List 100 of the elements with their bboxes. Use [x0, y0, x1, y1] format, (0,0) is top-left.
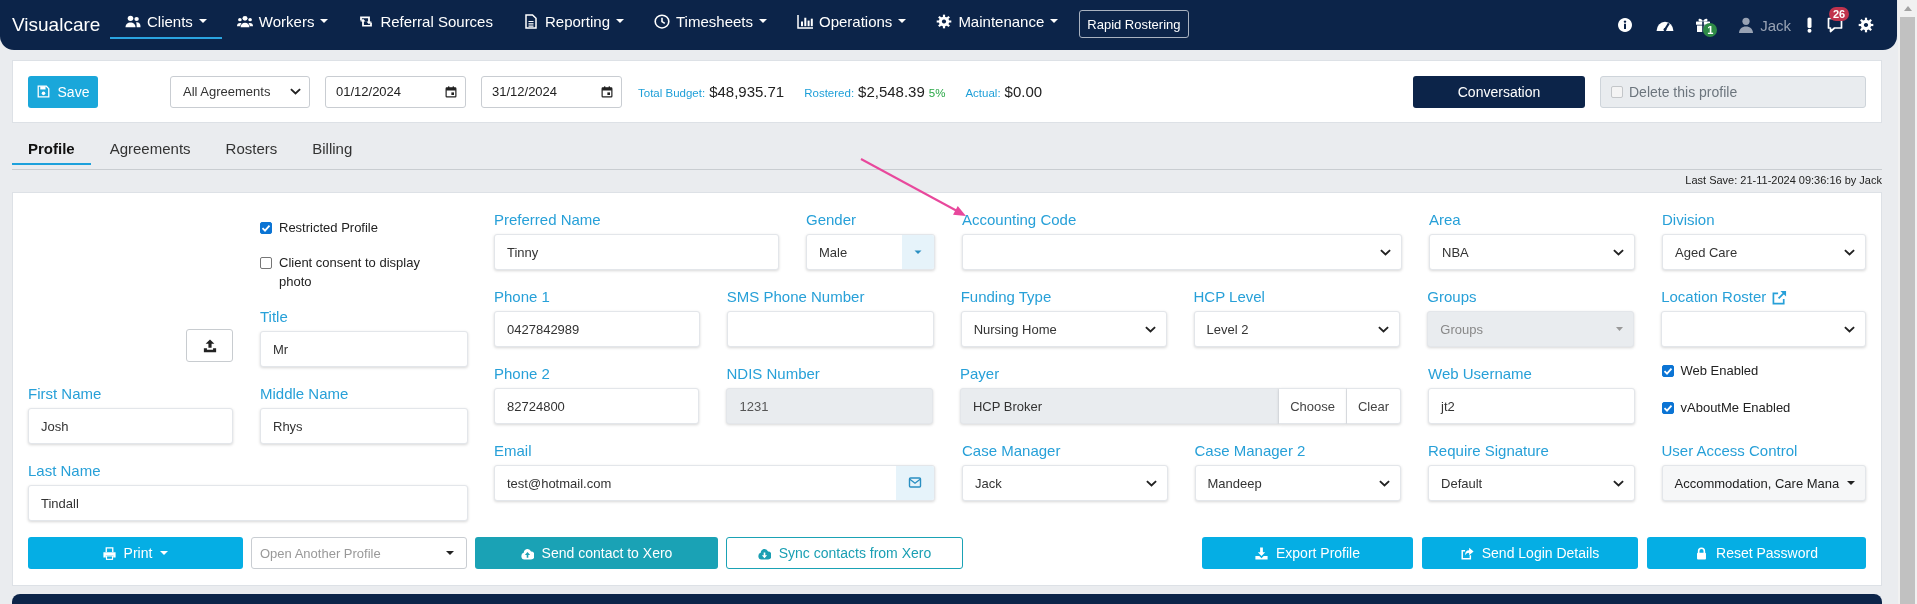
nav-menu-item[interactable]: Operations	[782, 5, 922, 39]
field-label: Payer	[959, 364, 1000, 384]
document-icon	[522, 13, 539, 29]
select-field[interactable]: Male	[806, 234, 935, 270]
text-field[interactable]: Rhys	[260, 408, 468, 444]
date-field[interactable]: 01/12/2024	[325, 75, 466, 108]
checkbox[interactable]	[1611, 85, 1623, 98]
bar-chart-icon	[797, 13, 813, 29]
nav-menu-item[interactable]: Reporting	[507, 5, 639, 39]
envelope-icon[interactable]	[896, 466, 935, 500]
text-field[interactable]: 0427842989	[494, 311, 700, 347]
checkmark-icon	[1662, 403, 1673, 413]
group-icon	[236, 13, 253, 29]
chevron-down-icon	[1145, 479, 1157, 487]
rapid-rostering-button[interactable]: Rapid Rostering	[1079, 10, 1189, 38]
select-field[interactable]: Level 2	[1193, 311, 1401, 347]
lookup-button[interactable]: Clear	[1346, 388, 1401, 424]
lock-icon	[1695, 546, 1709, 560]
tab[interactable]: Billing	[296, 133, 369, 165]
field-label: Gender	[806, 210, 857, 230]
select-field[interactable]: Nursing Home	[960, 311, 1167, 347]
caret-down-icon	[446, 551, 454, 555]
tab[interactable]: Rosters	[209, 133, 294, 165]
checkbox-label: Client consent to display photo	[279, 254, 421, 291]
settings-icon[interactable]	[1858, 17, 1874, 33]
text-field[interactable]: HCP Broker	[959, 388, 1280, 424]
info-icon[interactable]	[1617, 17, 1634, 33]
clock-icon	[654, 13, 670, 29]
upload-button[interactable]	[186, 329, 233, 362]
cloud-upload-icon	[520, 546, 534, 560]
total-label: Rostered:	[804, 87, 855, 99]
field-label: Case Manager 2	[1194, 441, 1306, 461]
field-label: HCP Level	[1193, 287, 1265, 307]
field-label: Require Signature	[1428, 441, 1549, 461]
select-field[interactable]: NBA	[1429, 234, 1635, 270]
text-field[interactable]: Josh	[28, 408, 233, 444]
external-link-icon[interactable]	[1772, 289, 1788, 305]
checkbox[interactable]	[1661, 365, 1674, 377]
select-field[interactable]: Mandeep	[1194, 465, 1401, 501]
text-field[interactable]: Tinny	[494, 234, 779, 270]
select-field[interactable]	[1661, 311, 1866, 347]
checkbox-label: Restricted Profile	[279, 219, 378, 237]
field-label: Last Name	[28, 461, 101, 481]
brand-name: Visualcare	[12, 13, 102, 37]
chevron-down-icon	[1613, 248, 1624, 256]
tab[interactable]: Agreements	[93, 133, 207, 165]
cloud-download-icon	[757, 546, 771, 560]
upload-icon	[202, 338, 217, 353]
nav-menu-item[interactable]: Referral Sources	[343, 5, 508, 39]
field-label: User Access Control	[1661, 441, 1798, 461]
checkbox[interactable]	[260, 222, 272, 234]
field-label: Division	[1662, 210, 1715, 230]
caret-down-icon	[1847, 481, 1855, 485]
nav-menu-item[interactable]: Maintenance	[921, 5, 1074, 39]
checkbox-label: Delete this profile	[1629, 83, 1738, 100]
nav-menu-item[interactable]: Timesheets	[639, 5, 782, 39]
conversation-button[interactable]: Conversation	[1413, 75, 1585, 108]
select-field[interactable]	[962, 234, 1402, 270]
scrollbar[interactable]	[1898, 0, 1917, 604]
text-field[interactable]: Mr	[260, 331, 468, 367]
calendar-icon	[601, 85, 613, 98]
percent-text: 5%	[928, 87, 946, 99]
email-field[interactable]: test@hotmail.com	[494, 465, 936, 501]
checkbox[interactable]	[260, 257, 272, 269]
scrollbar-thumb[interactable]	[1900, 17, 1915, 604]
select-field[interactable]: Aged Care	[1662, 234, 1866, 270]
dropdown-button[interactable]: Accommodation, Care Mana	[1661, 465, 1866, 501]
field-label: Phone 2	[494, 364, 550, 384]
speech-bubble-icon[interactable]	[1827, 17, 1843, 33]
field-label: SMS Phone Number	[726, 287, 865, 307]
field-label: NDIS Number	[726, 364, 820, 384]
text-field[interactable]: jt2	[1428, 388, 1635, 424]
checkmark-icon	[261, 223, 271, 233]
select-field[interactable]: Default	[1428, 465, 1635, 501]
nav-menu-item[interactable]: Workers	[221, 5, 344, 39]
nav-menu-item[interactable]: Clients	[110, 5, 222, 39]
date-field[interactable]: 31/12/2024	[481, 75, 622, 108]
text-field[interactable]: 1231	[726, 388, 933, 424]
checkbox[interactable]	[1661, 402, 1674, 414]
text-field[interactable]	[726, 311, 934, 347]
text-field[interactable]: Tindall	[28, 485, 468, 521]
chevron-down-icon	[1612, 479, 1624, 487]
field-label: Groups	[1427, 287, 1477, 307]
lookup-button[interactable]: Choose	[1279, 388, 1347, 424]
field-label: Middle Name	[260, 384, 349, 404]
select-field[interactable]: Jack	[962, 465, 1168, 501]
agreement-select[interactable]: All Agreements	[170, 75, 310, 108]
user-menu[interactable]: Jack	[1738, 16, 1791, 34]
gear-icon	[936, 13, 953, 29]
text-field[interactable]: 82724800	[494, 388, 700, 424]
gauge-icon[interactable]	[1656, 19, 1675, 31]
field-label: Preferred Name	[494, 210, 601, 230]
chevron-down-icon	[1378, 325, 1390, 333]
field-label: Case Manager	[962, 441, 1061, 461]
field-label: Accounting Code	[962, 210, 1077, 230]
chevron-down-icon	[1844, 325, 1855, 333]
field-label: Phone 1	[494, 287, 550, 307]
tab[interactable]: Profile	[12, 133, 91, 165]
checkbox-label: vAboutMe Enabled	[1680, 399, 1791, 417]
exclamation-icon[interactable]	[1807, 17, 1812, 33]
